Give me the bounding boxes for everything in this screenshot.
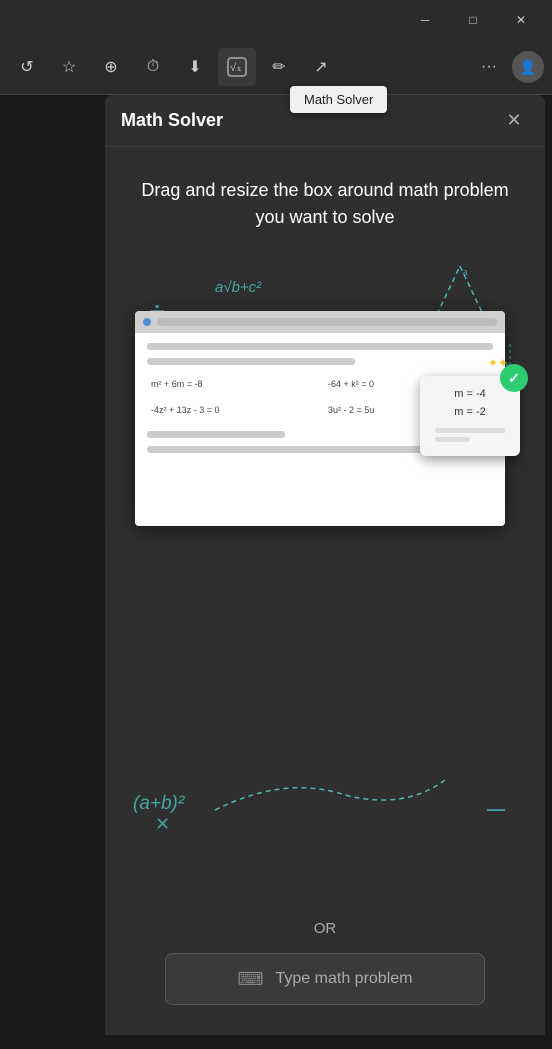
quadratic-expression: (a+b)²	[133, 793, 184, 815]
math-solver-panel: Math Solver ✕ Drag and resize the box ar…	[105, 95, 545, 1035]
mockup-bar	[157, 318, 497, 326]
result-text: m = -4m = -2	[454, 386, 485, 421]
share-icon[interactable]: ↗	[302, 48, 340, 86]
more-icon[interactable]: ···	[470, 48, 508, 86]
type-math-label: Type math problem	[276, 970, 413, 988]
svg-text:a: a	[463, 267, 468, 278]
math-illustration: a c b ÷ a√b+c² m² + 6m = -8	[125, 261, 525, 900]
arc-decoration	[205, 770, 455, 820]
keyboard-icon: ⌨	[238, 969, 264, 990]
check-circle-icon: ✓	[500, 364, 528, 392]
browser-toolbar: ↺ ☆ ⊕ ⏱ ⬇ √ x ✏ ↗ ··· 👤	[0, 40, 552, 95]
equation-3: -4z² + 13z - 3 = 0	[147, 401, 316, 419]
download-icon[interactable]: ⬇	[176, 48, 214, 86]
panel-content: Drag and resize the box around math prob…	[105, 147, 545, 1035]
maximize-button[interactable]: □	[450, 4, 496, 36]
result-line-1	[435, 428, 505, 433]
svg-text:x: x	[237, 64, 241, 73]
panel-title: Math Solver	[121, 110, 499, 131]
result-card: ✦✦ ✓ m = -4m = -2	[420, 376, 520, 456]
history-icon[interactable]: ⏱	[134, 48, 172, 86]
mockup-line-2	[147, 358, 355, 365]
mockup-line-3	[147, 431, 285, 438]
title-bar: ─ □ ✕	[0, 0, 552, 40]
sqrt-expression: a√b+c²	[215, 279, 261, 296]
minimize-button[interactable]: ─	[402, 4, 448, 36]
close-button[interactable]: ✕	[498, 4, 544, 36]
star-icon[interactable]: ☆	[50, 48, 88, 86]
tooltip-text: Math Solver	[304, 92, 373, 107]
multiply-symbol: ✕	[155, 814, 170, 835]
instruction-text: Drag and resize the box around math prob…	[125, 177, 525, 231]
collections-icon[interactable]: ⊕	[92, 48, 130, 86]
math-solver-tooltip: Math Solver	[290, 86, 387, 113]
refresh-icon[interactable]: ↺	[8, 48, 46, 86]
mockup-dot	[143, 318, 151, 326]
mockup-titlebar	[135, 311, 505, 333]
math-solver-toolbar-icon[interactable]: √ x	[218, 48, 256, 86]
result-lines	[435, 428, 505, 446]
avatar[interactable]: 👤	[512, 51, 544, 83]
or-label: OR	[314, 920, 337, 937]
mockup-line-1	[147, 343, 493, 350]
panel-close-button[interactable]: ✕	[499, 106, 529, 136]
result-line-2	[435, 437, 470, 442]
svg-text:√: √	[230, 62, 237, 74]
type-math-button[interactable]: ⌨ Type math problem	[165, 953, 485, 1005]
dash-symbol: —	[487, 799, 505, 820]
equation-1: m² + 6m = -8	[147, 375, 316, 393]
draw-icon[interactable]: ✏	[260, 48, 298, 86]
